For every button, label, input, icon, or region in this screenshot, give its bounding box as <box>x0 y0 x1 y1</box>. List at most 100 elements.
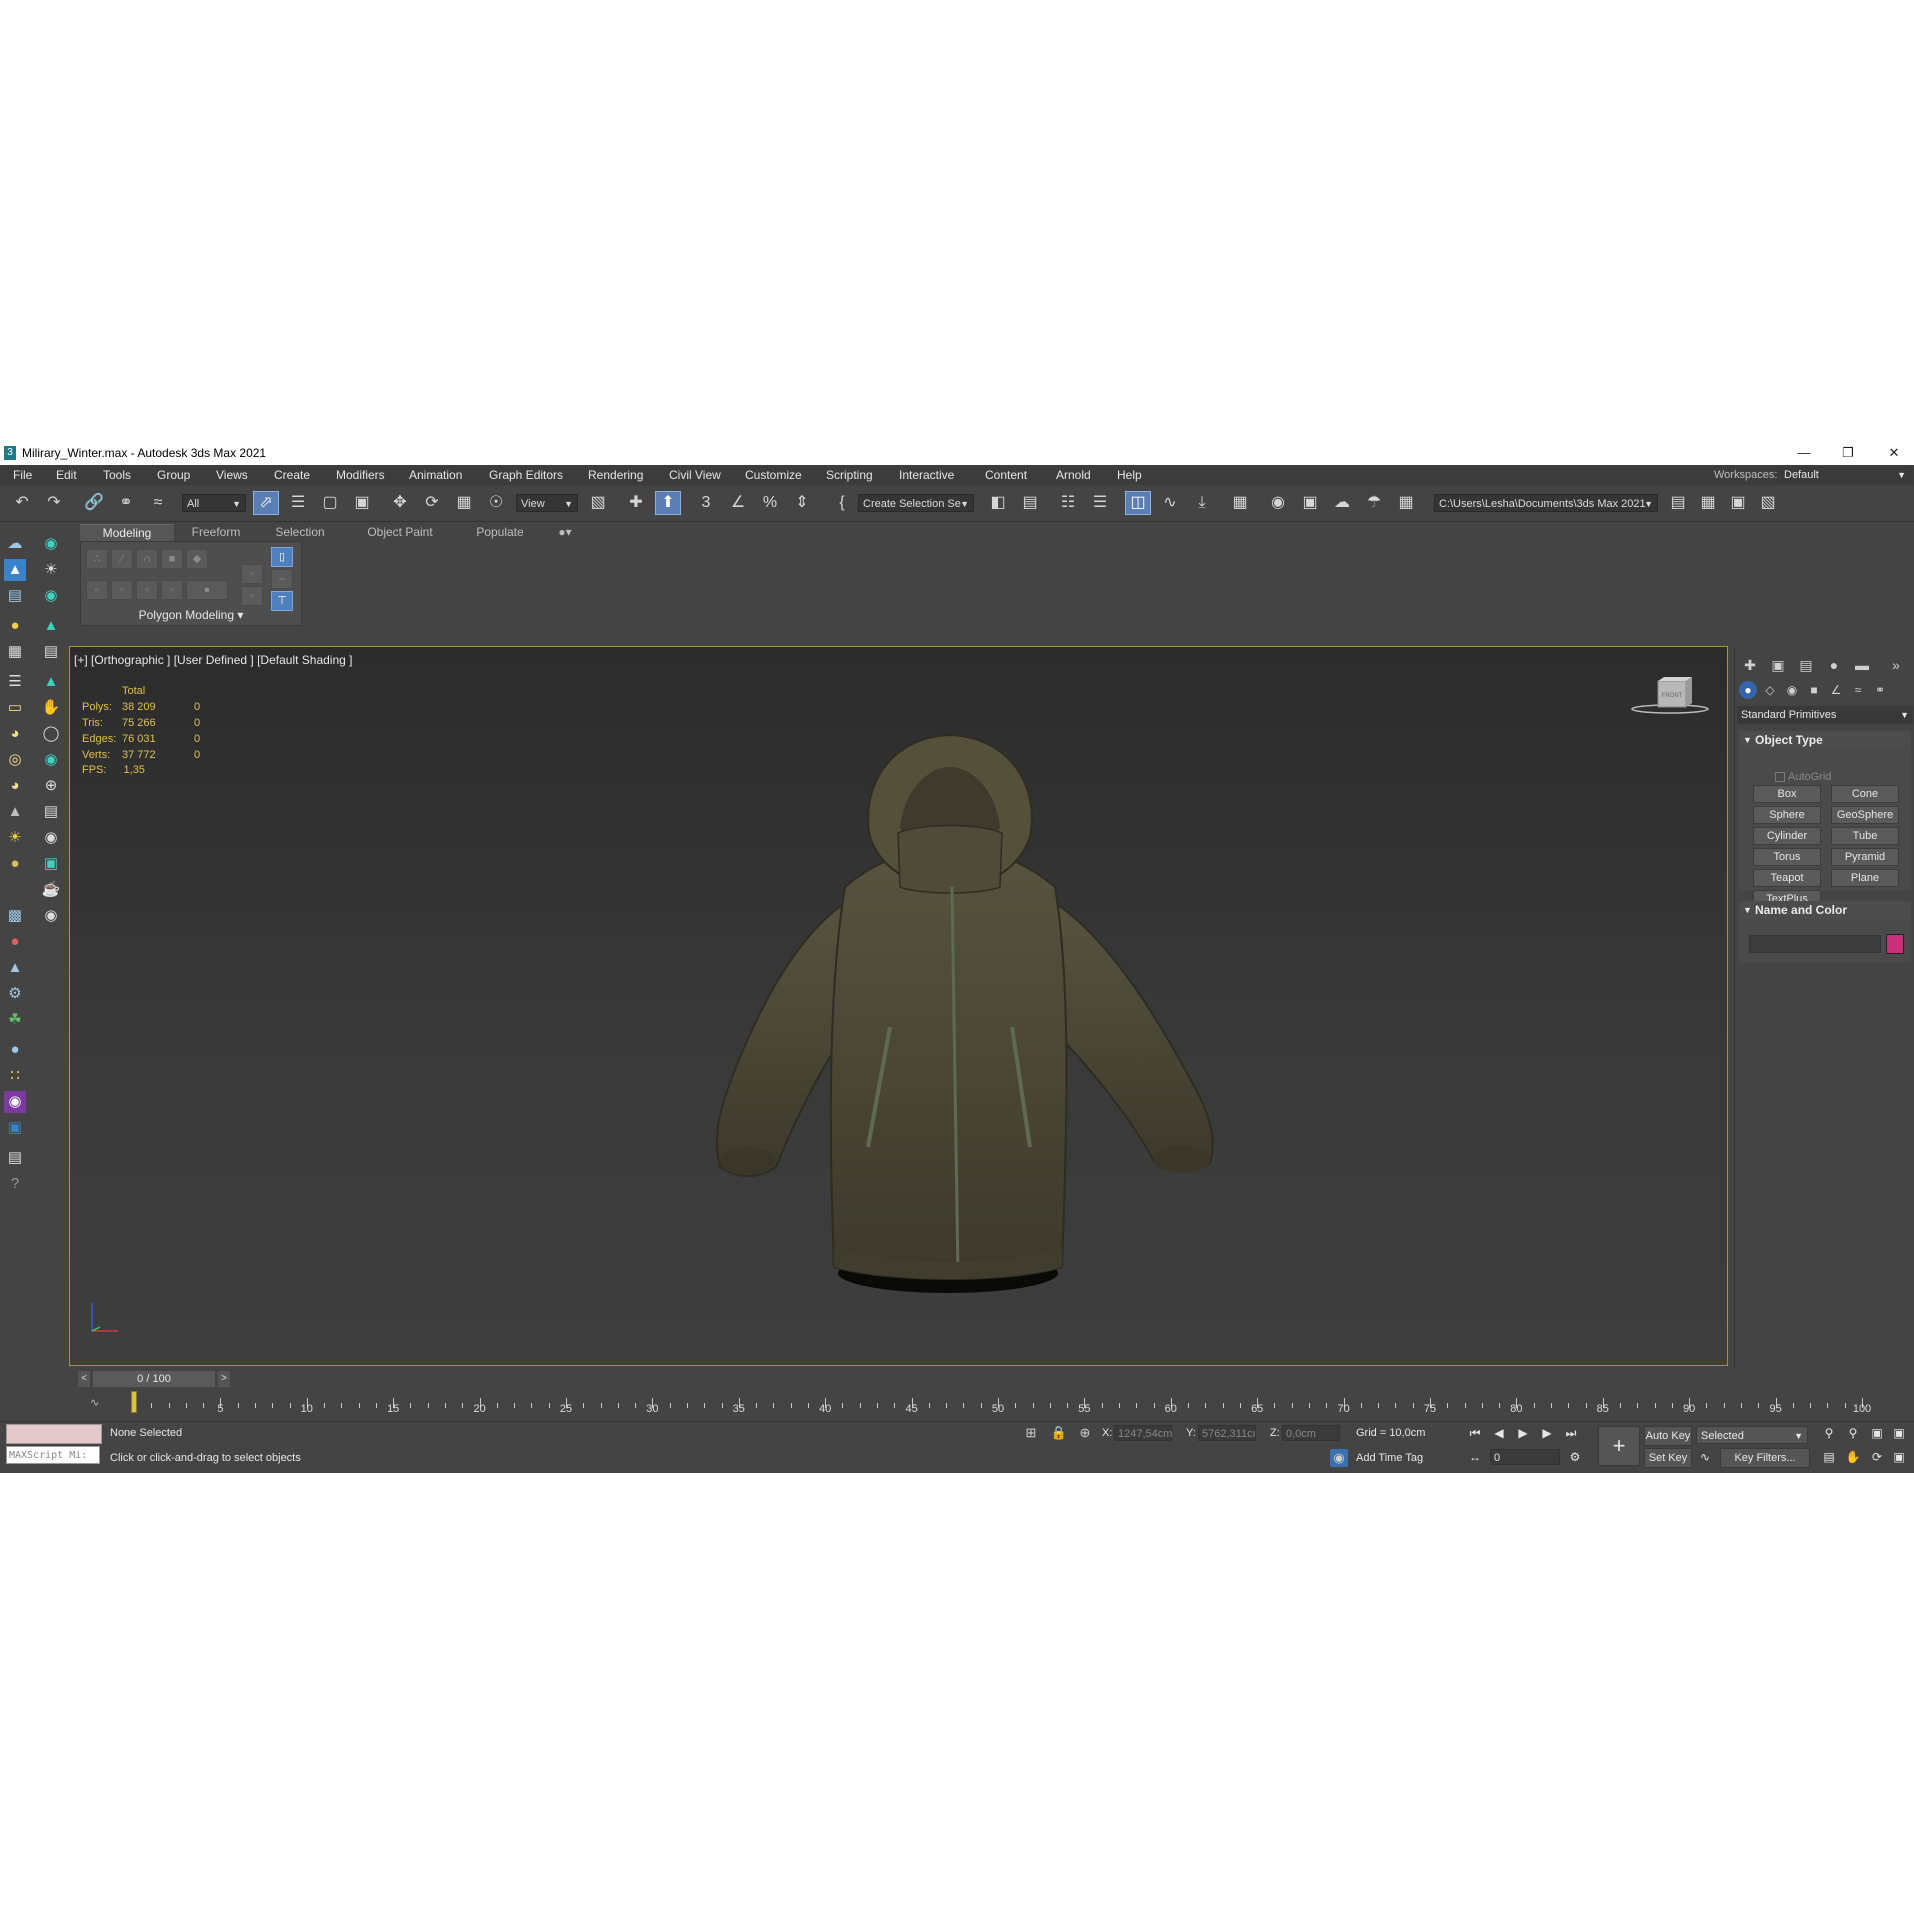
video-camera-icon[interactable]: ◉ <box>40 827 62 849</box>
geosphere-button[interactable]: GeoSphere <box>1831 806 1899 824</box>
track-bar[interactable]: 5 10 15 20 25 30 35 40 45 50 55 60 65 70 75 80 85 90 95 100 <box>86 1391 1886 1417</box>
grass-icon[interactable]: ☘ <box>4 1009 26 1031</box>
border-icon[interactable]: ∩ <box>136 549 158 569</box>
named-selection-dropdown[interactable]: Create Selection Se ▼ <box>858 494 974 512</box>
window-crossing-icon[interactable]: ▣ <box>350 492 374 514</box>
set-key-button[interactable]: Set Key <box>1644 1448 1692 1468</box>
render-production-icon[interactable]: ☂ <box>1362 492 1386 514</box>
render-material-icon[interactable]: ◉ <box>4 1091 26 1113</box>
network-icon[interactable]: ▣ <box>4 1117 26 1139</box>
sphere-icon[interactable]: ● <box>4 1039 26 1061</box>
hierarchy-tab-icon[interactable]: ▤ <box>1795 655 1817 675</box>
name-and-color-rollout-header[interactable]: ▼ Name and Color <box>1739 901 1911 919</box>
plane-icon[interactable]: ▭ <box>4 697 26 719</box>
current-frame-marker[interactable] <box>131 1391 137 1413</box>
menu-help[interactable]: Help <box>1117 468 1142 482</box>
sphere-button[interactable]: Sphere <box>1753 806 1821 824</box>
crosshair-icon[interactable]: ⊕ <box>40 775 62 797</box>
gear-icon[interactable]: ⚙ <box>4 983 26 1005</box>
tab-freeform[interactable]: Freeform <box>176 524 256 541</box>
bind-space-warp-icon[interactable]: ≈ <box>146 492 170 514</box>
material-editor-icon[interactable]: ◉ <box>1266 492 1290 514</box>
viewport-orthographic[interactable]: [+] [Orthographic ] [User Defined ] [Def… <box>69 646 1728 1366</box>
project-settings-icon[interactable]: ▧ <box>1756 492 1780 514</box>
teapot-icon[interactable]: ◉ <box>40 749 62 771</box>
isolate-selection-icon[interactable]: ⊞ <box>1022 1424 1040 1442</box>
next-frame-icon[interactable]: ▶ <box>1538 1424 1556 1442</box>
lock-selection-icon[interactable]: 🔒 <box>1050 1424 1068 1442</box>
close-icon[interactable]: ✕ <box>1874 443 1914 463</box>
go-to-end-icon[interactable]: ⏭ <box>1562 1424 1580 1442</box>
cut-icon[interactable]: ▫ <box>241 586 263 606</box>
show-end-result-icon[interactable]: ▫ <box>136 580 158 600</box>
restore-icon[interactable]: ❐ <box>1828 443 1868 463</box>
menu-views[interactable]: Views <box>216 468 248 482</box>
menu-graph-editors[interactable]: Graph Editors <box>489 468 563 482</box>
ribbon-panel-label[interactable]: Polygon Modeling ▾ <box>81 608 301 622</box>
grid-pattern-icon[interactable]: ▩ <box>4 905 26 927</box>
default-in-out-tangents-icon[interactable]: ∿ <box>1696 1448 1714 1466</box>
scale-icon[interactable]: ▦ <box>452 492 476 514</box>
help-icon[interactable]: ? <box>4 1173 26 1195</box>
menu-interactive[interactable]: Interactive <box>899 468 954 482</box>
bulb-icon[interactable]: ● <box>4 615 26 637</box>
redo-icon[interactable]: ↷ <box>42 492 66 514</box>
field-of-view-icon[interactable]: ▤ <box>1820 1448 1838 1466</box>
x-coordinate-field[interactable]: 1247,54cm <box>1114 1425 1172 1441</box>
box-button[interactable]: Box <box>1753 785 1821 803</box>
bowl-icon[interactable]: ◕ <box>4 775 26 797</box>
render-setup-icon[interactable]: ▣ <box>1298 492 1322 514</box>
create-tab-icon[interactable]: ✚ <box>1739 655 1761 675</box>
document-icon[interactable]: ▤ <box>4 1147 26 1169</box>
rotate-icon[interactable]: ⟳ <box>420 492 444 514</box>
plane-button[interactable]: Plane <box>1831 869 1899 887</box>
ribbon-options-icon[interactable]: ●▾ <box>550 524 580 541</box>
scene-explorer-icon[interactable]: ☁ <box>4 533 26 555</box>
project-create-icon[interactable]: ▣ <box>1726 492 1750 514</box>
menu-rendering[interactable]: Rendering <box>588 468 643 482</box>
angle-snap-icon[interactable]: ∠ <box>726 492 750 514</box>
select-manipulate-icon[interactable]: ✚ <box>624 492 648 514</box>
go-to-start-icon[interactable]: ⏮ <box>1466 1424 1484 1442</box>
workspaces-dropdown[interactable]: Default ▼ <box>1780 467 1910 483</box>
dome-icon[interactable]: ◕ <box>4 723 26 745</box>
snaps-toggle-icon[interactable]: 3 <box>694 492 718 514</box>
tab-populate[interactable]: Populate <box>460 524 540 541</box>
render-in-cloud-icon[interactable]: ▦ <box>1394 492 1418 514</box>
time-configuration-icon[interactable]: ⚙ <box>1566 1448 1584 1466</box>
project-open-icon[interactable]: ▦ <box>1696 492 1720 514</box>
hand-icon[interactable]: ✋ <box>40 697 62 719</box>
time-slider-thumb[interactable]: 0 / 100 <box>93 1371 215 1387</box>
time-tag-icon[interactable]: ◉ <box>1330 1449 1348 1467</box>
circle-icon[interactable]: ● <box>4 853 26 875</box>
book-icon[interactable]: ▤ <box>40 641 62 663</box>
rect-selection-icon[interactable]: ▢ <box>318 492 342 514</box>
menu-create[interactable]: Create <box>274 468 310 482</box>
dope-sheet-icon[interactable]: ⤓ <box>1190 492 1214 514</box>
toggle-command-mode-icon[interactable]: ● <box>186 580 228 600</box>
teapot-button[interactable]: Teapot <box>1753 869 1821 887</box>
geometry-icon[interactable]: ● <box>1739 681 1757 699</box>
menu-group[interactable]: Group <box>157 468 190 482</box>
zoom-icon[interactable]: ⚲ <box>1820 1424 1838 1442</box>
zoom-extents-icon[interactable]: ▣ <box>1868 1424 1886 1442</box>
viewport-label[interactable]: [+] [Orthographic ] [User Defined ] [Def… <box>74 653 352 667</box>
cone-button[interactable]: Cone <box>1831 785 1899 803</box>
render-frame-window-icon[interactable]: ☁ <box>1330 492 1354 514</box>
pan-hand-icon[interactable]: ✋ <box>1844 1448 1862 1466</box>
unlink-icon[interactable]: ⚭ <box>114 492 138 514</box>
align-tool-icon[interactable]: ☰ <box>4 671 26 693</box>
mirror-icon[interactable]: ◧ <box>986 492 1010 514</box>
align-icon[interactable]: ▤ <box>1018 492 1042 514</box>
viewport-layout-icon[interactable]: ▲ <box>4 559 26 581</box>
constraints-icon[interactable]: – <box>271 569 293 589</box>
tube-button[interactable]: Tube <box>1831 827 1899 845</box>
link-icon[interactable]: 🔗 <box>82 492 106 514</box>
y-coordinate-field[interactable]: 5762,311cı <box>1198 1425 1256 1441</box>
menu-customize[interactable]: Customize <box>745 468 802 482</box>
dots-icon[interactable]: ∷ <box>4 1065 26 1087</box>
time-slider-mode-icon[interactable]: ↔ <box>1466 1448 1484 1466</box>
pyramid-icon[interactable]: ▲ <box>4 957 26 979</box>
menu-edit[interactable]: Edit <box>56 468 77 482</box>
minimize-icon[interactable]: — <box>1784 443 1824 463</box>
